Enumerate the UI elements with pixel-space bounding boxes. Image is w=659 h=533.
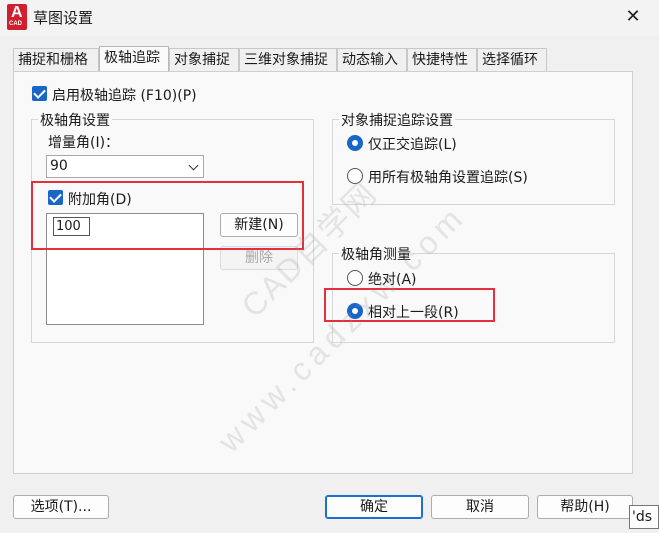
tab-object-snap[interactable]: 对象捕捉 xyxy=(169,48,239,72)
orthogonal-tracking-label[interactable]: 仅正交追踪(L) xyxy=(368,134,457,154)
close-icon[interactable]: ✕ xyxy=(620,6,646,28)
enable-polar-label[interactable]: 启用极轴追踪 (F10)(P) xyxy=(52,85,197,105)
absolute-label[interactable]: 绝对(A) xyxy=(368,269,417,289)
orthogonal-tracking-radio[interactable] xyxy=(347,135,363,151)
absolute-radio[interactable] xyxy=(347,270,363,286)
all-polar-tracking-radio[interactable] xyxy=(347,168,363,184)
tab-snap-grid[interactable]: 捕捉和栅格 xyxy=(13,48,99,72)
autocad-app-icon: A CAD xyxy=(7,4,27,30)
help-button[interactable]: 帮助(H) xyxy=(537,495,633,519)
relative-measurement-highlight xyxy=(324,288,495,322)
object-snap-tracking-group xyxy=(332,119,615,205)
increment-angle-select[interactable]: 90 xyxy=(46,155,204,178)
polar-angle-settings-title: 极轴角设置 xyxy=(38,110,112,130)
object-snap-tracking-title: 对象捕捉追踪设置 xyxy=(339,110,455,130)
window-title: 草图设置 xyxy=(33,9,94,27)
tab-quick-properties[interactable]: 快捷特性 xyxy=(407,48,477,72)
command-tooltip: 'ds xyxy=(629,505,659,529)
ok-button[interactable]: 确定 xyxy=(325,495,423,519)
increment-angle-label: 增量角(I)： xyxy=(48,135,120,151)
cancel-button[interactable]: 取消 xyxy=(431,495,529,519)
tab-dynamic-input[interactable]: 动态输入 xyxy=(337,48,407,72)
enable-polar-checkbox[interactable] xyxy=(32,86,47,101)
all-polar-tracking-label[interactable]: 用所有极轴角设置追踪(S) xyxy=(368,167,528,187)
tab-3d-object-snap[interactable]: 三维对象捕捉 xyxy=(239,48,337,72)
chevron-down-icon xyxy=(188,160,199,171)
options-button[interactable]: 选项(T)... xyxy=(13,495,109,519)
polar-measurement-title: 极轴角测量 xyxy=(339,244,413,264)
additional-angle-highlight xyxy=(31,181,304,250)
tab-selection-cycling[interactable]: 选择循环 xyxy=(477,48,547,72)
increment-angle-value: 90 xyxy=(50,158,68,174)
title-bar: A CAD 草图设置 ✕ xyxy=(0,0,659,36)
tab-polar-tracking[interactable]: 极轴追踪 xyxy=(99,46,169,72)
